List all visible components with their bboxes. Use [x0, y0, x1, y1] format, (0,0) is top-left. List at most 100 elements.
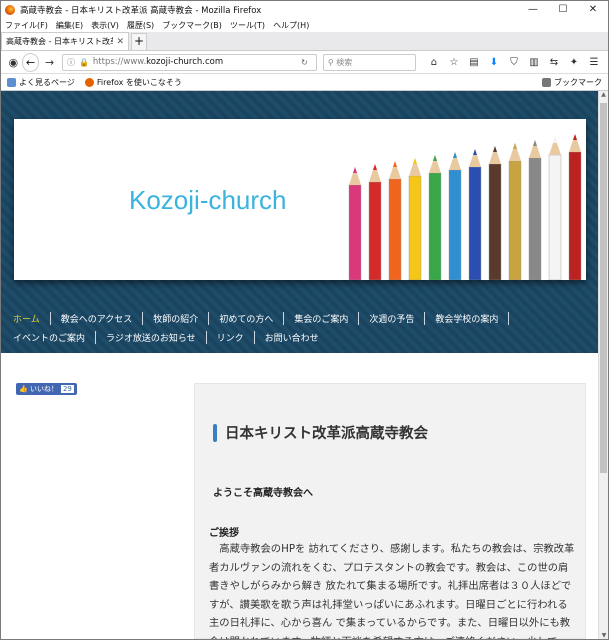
page-heading-text: 日本キリスト改革派高蔵寺教会 [225, 426, 428, 442]
scrollbar[interactable]: ▲ ▼ [598, 91, 608, 639]
firefox-icon [5, 4, 15, 15]
pencil-lead [413, 158, 417, 164]
maximize-button[interactable]: ☐ [548, 4, 578, 15]
pencil-lead [513, 143, 517, 149]
menu-history[interactable]: 履歴(S) [127, 20, 154, 31]
bookmark-folder-icon [542, 77, 551, 87]
scroll-down-icon[interactable]: ▼ [599, 632, 608, 639]
reader-icon[interactable]: ◉ [5, 56, 22, 69]
pencil-lead [573, 134, 577, 140]
toolbar: ⌂ ☆ ▤ ⬇ ⛉ ▥ ⇆ ✦ ☰ [424, 57, 604, 68]
close-button[interactable]: ✕ [578, 4, 608, 15]
site-banner: Kozoji-church [14, 119, 586, 280]
firefox-small-icon [84, 77, 94, 87]
menu-bookmarks[interactable]: ブックマーク(B) [162, 20, 222, 31]
pencil-lead [473, 149, 477, 155]
page-heading: 日本キリスト改革派高蔵寺教会 [213, 422, 428, 443]
clipboard-icon[interactable]: ▤ [464, 57, 484, 68]
tab-strip: 高蔵寺教会 - 日本キリスト改革派 高蔵 ✕ + [1, 32, 608, 51]
back-button[interactable]: ← [21, 52, 40, 72]
pocket-icon[interactable]: ⛉ [504, 57, 524, 68]
info-icon[interactable]: ⓘ [67, 57, 75, 68]
scroll-up-icon[interactable]: ▲ [599, 91, 608, 101]
pencil-body [428, 172, 442, 280]
search-placeholder: 検索 [336, 57, 353, 67]
download-icon[interactable]: ⬇ [484, 57, 504, 68]
menu-edit[interactable]: 編集(E) [56, 20, 83, 31]
nav-access[interactable]: 教会へのアクセス [61, 312, 144, 325]
menu-help[interactable]: ヘルプ(H) [273, 20, 309, 31]
pencil-body [548, 154, 562, 280]
browser-window: 高蔵寺教会 - 日本キリスト改革派 高蔵寺教会 - Mozilla Firefo… [0, 0, 609, 640]
nav-first-time[interactable]: 初めての方へ [219, 312, 285, 325]
pencil-body [488, 163, 502, 280]
pencil-body [468, 166, 482, 280]
nav-pastor[interactable]: 牧師の紹介 [153, 312, 210, 325]
like-count: 29 [60, 385, 74, 393]
window-title: 高蔵寺教会 - 日本キリスト改革派 高蔵寺教会 - Mozilla Firefo… [20, 5, 262, 16]
minimize-button[interactable]: — [518, 4, 548, 15]
pencil-lead [493, 146, 497, 152]
greeting-body: 高蔵寺教会のHPを 訪れてくださり、感謝します。私たちの教会は、宗教改革者カルヴ… [209, 543, 575, 639]
thumbs-up-icon: 👍 [19, 385, 30, 393]
url-bar[interactable]: ⓘ 🔒 https://www.kozoji-church.com ↻ [61, 53, 317, 71]
sync-icon[interactable]: ⇆ [544, 57, 564, 68]
bookmark-most-visited[interactable]: よく見るページ [7, 77, 75, 88]
star-icon[interactable]: ☆ [444, 57, 464, 68]
forward-button[interactable]: → [41, 56, 58, 69]
site-nav-row-1: ホーム 教会へのアクセス 牧師の紹介 初めての方へ 集会のご案内 次週の予告 教… [1, 309, 599, 328]
pencil-body [508, 160, 522, 280]
pencil-lead [533, 140, 537, 146]
pencil-body [448, 169, 462, 280]
site-nav: ホーム 教会へのアクセス 牧師の紹介 初めての方へ 集会のご案内 次週の予告 教… [1, 309, 599, 351]
pencil-lead [353, 167, 357, 173]
main-article: 日本キリスト改革派高蔵寺教会 ようこそ高蔵寺教会へ ご挨拶 高蔵寺教会のHPを … [194, 383, 586, 639]
tab-active[interactable]: 高蔵寺教会 - 日本キリスト改革派 高蔵 ✕ [1, 32, 129, 50]
greeting-title: ご挨拶 [209, 528, 239, 539]
page-content: Kozoji-church ホーム 教会へのアクセス 牧師の紹介 初めての方へ … [1, 91, 599, 639]
nav-links[interactable]: リンク [217, 331, 255, 344]
pencil-body [388, 178, 402, 280]
search-input[interactable]: ⚲ 検索 [322, 53, 416, 71]
nav-contact[interactable]: お問い合わせ [265, 331, 329, 344]
bookmark-firefox[interactable]: Firefox を使いこなそう [84, 77, 182, 88]
nav-events[interactable]: イベントのご案内 [13, 331, 97, 344]
new-tab-button[interactable]: + [131, 33, 147, 50]
tab-close-icon[interactable]: ✕ [116, 37, 124, 47]
welcome-text: ようこそ高蔵寺教会へ [213, 488, 313, 499]
url-text: https://www.kozoji-church.com [92, 57, 224, 67]
extension-icon[interactable]: ✦ [564, 57, 584, 68]
pencil-lead [373, 164, 377, 170]
home-icon[interactable]: ⌂ [424, 57, 444, 68]
library-icon[interactable]: ▥ [524, 57, 544, 68]
nav-next-week[interactable]: 次週の予告 [369, 312, 426, 325]
menu-tools[interactable]: ツール(T) [230, 20, 265, 31]
pencil-body [528, 157, 542, 280]
bookmark-menu[interactable]: ブックマーク [542, 77, 602, 88]
site-title[interactable]: Kozoji-church [129, 185, 287, 216]
reload-icon[interactable]: ↻ [301, 58, 308, 67]
menu-file[interactable]: ファイル(F) [5, 20, 48, 31]
nav-home[interactable]: ホーム [13, 312, 51, 325]
pencil-lead [553, 137, 557, 143]
search-icon: ⚲ [327, 57, 337, 67]
scroll-thumb[interactable] [600, 103, 607, 473]
menu-view[interactable]: 表示(V) [91, 20, 119, 31]
bookmarks-bar: よく見るページ Firefox を使いこなそう ブックマーク [1, 74, 608, 91]
lock-icon: 🔒 [78, 57, 89, 67]
nav-radio[interactable]: ラジオ放送のお知らせ [106, 331, 207, 344]
pencil-body [348, 184, 362, 280]
site-nav-row-2: イベントのご案内 ラジオ放送のお知らせ リンク お問い合わせ [1, 328, 599, 347]
pencil-body [408, 175, 422, 280]
pencil-lead [433, 155, 437, 161]
page-body: 👍 いいね！ 29 日本キリスト改革派高蔵寺教会 ようこそ高蔵寺教会へ ご挨拶 … [1, 353, 599, 639]
pencils-image [348, 134, 582, 280]
hamburger-menu-icon[interactable]: ☰ [584, 57, 604, 68]
menu-bar: ファイル(F) 編集(E) 表示(V) 履歴(S) ブックマーク(B) ツール(… [1, 18, 608, 32]
like-label: いいね！ [29, 385, 58, 393]
facebook-like-button[interactable]: 👍 いいね！ 29 [16, 383, 77, 395]
nav-bar: ◉ ← → ⓘ 🔒 https://www.kozoji-church.com … [1, 51, 608, 74]
nav-church-school[interactable]: 教会学校の案内 [435, 312, 510, 325]
nav-meetings[interactable]: 集会のご案内 [294, 312, 360, 325]
title-bar: 高蔵寺教会 - 日本キリスト改革派 高蔵寺教会 - Mozilla Firefo… [1, 1, 608, 18]
